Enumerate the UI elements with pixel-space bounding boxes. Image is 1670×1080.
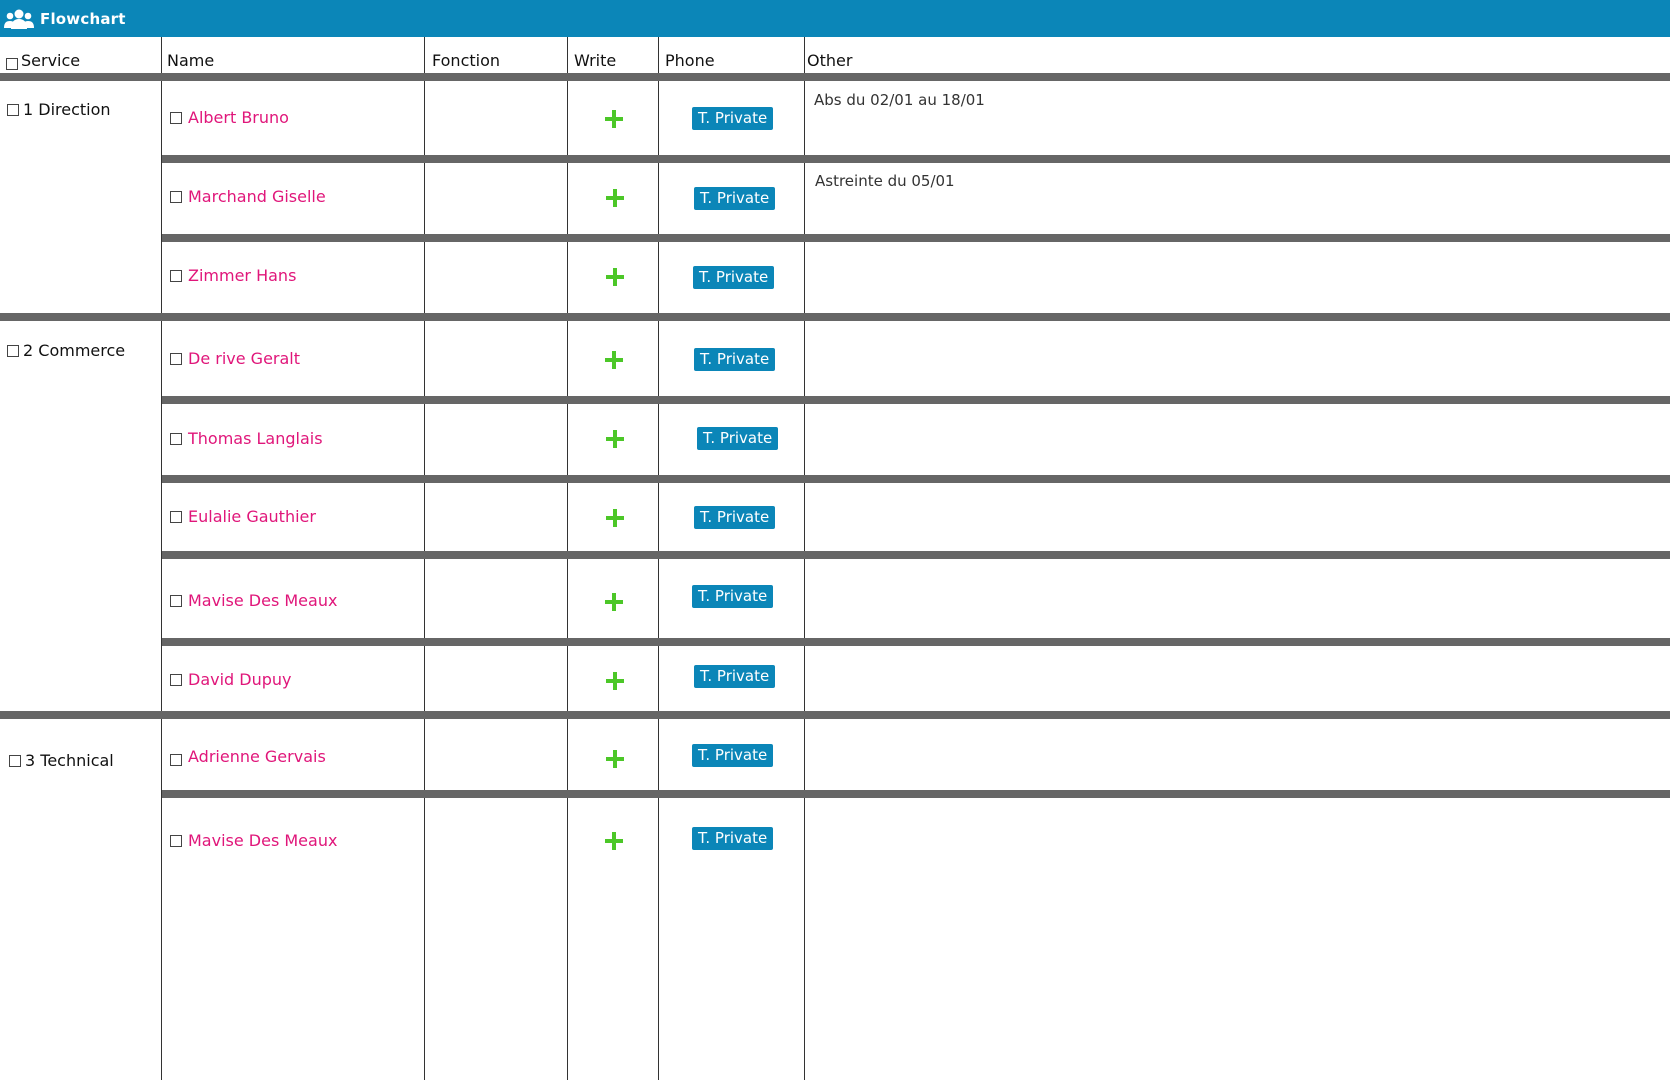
write-plus-icon[interactable]	[605, 832, 623, 850]
name-cell[interactable]: Thomas Langlais	[170, 429, 323, 448]
service-group-3[interactable]: 3 Technical	[9, 751, 114, 770]
phone-private-badge[interactable]: T. Private	[694, 187, 776, 210]
header-separator	[0, 73, 1670, 81]
row-checkbox[interactable]	[170, 352, 182, 365]
row-checkbox[interactable]	[170, 111, 182, 124]
write-plus-icon[interactable]	[605, 593, 623, 611]
column-header-fonction-label: Fonction	[432, 51, 501, 70]
column-header-phone[interactable]: Phone	[665, 37, 715, 73]
phone-private-badge[interactable]: T. Private	[692, 827, 774, 850]
name-cell[interactable]: Eulalie Gauthier	[170, 507, 316, 526]
service-select-all-checkbox[interactable]	[6, 58, 18, 70]
row-separator	[162, 790, 1670, 798]
row-checkbox[interactable]	[170, 510, 182, 523]
person-name[interactable]: Mavise Des Meaux	[188, 591, 337, 610]
column-header-phone-label: Phone	[665, 51, 715, 70]
row-checkbox[interactable]	[170, 269, 182, 282]
column-header-name[interactable]: Name	[167, 37, 214, 73]
row-separator	[162, 475, 1670, 483]
other-note: Abs du 02/01 au 18/01	[814, 91, 985, 109]
write-plus-icon[interactable]	[606, 268, 624, 286]
column-header-service[interactable]: Service	[6, 37, 80, 73]
row-separator	[162, 234, 1670, 242]
person-name[interactable]: Mavise Des Meaux	[188, 831, 337, 850]
write-plus-icon[interactable]	[606, 509, 624, 527]
row-checkbox[interactable]	[170, 190, 182, 203]
row-checkbox[interactable]	[170, 594, 182, 607]
person-name[interactable]: Marchand Giselle	[188, 187, 326, 206]
phone-private-badge[interactable]: T. Private	[694, 665, 776, 688]
name-cell[interactable]: Mavise Des Meaux	[170, 831, 337, 850]
phone-private-badge[interactable]: T. Private	[693, 266, 775, 289]
phone-private-badge[interactable]: T. Private	[692, 585, 774, 608]
person-name[interactable]: Adrienne Gervais	[188, 747, 326, 766]
phone-private-badge[interactable]: T. Private	[694, 506, 776, 529]
group-separator	[0, 711, 1670, 719]
column-header-service-label: Service	[21, 51, 81, 70]
write-plus-icon[interactable]	[606, 672, 624, 690]
write-plus-icon[interactable]	[606, 430, 624, 448]
title-bar: Flowchart	[0, 0, 1670, 37]
phone-private-badge[interactable]: T. Private	[697, 427, 779, 450]
service-checkbox[interactable]	[7, 344, 19, 357]
phone-private-badge[interactable]: T. Private	[694, 348, 776, 371]
row-separator	[162, 638, 1670, 646]
users-icon	[4, 9, 34, 29]
write-plus-icon[interactable]	[606, 750, 624, 768]
row-separator	[162, 155, 1670, 163]
person-name[interactable]: De rive Geralt	[188, 349, 300, 368]
row-checkbox[interactable]	[170, 432, 182, 445]
column-header-write[interactable]: Write	[574, 37, 616, 73]
service-label: 2 Commerce	[23, 341, 126, 360]
service-checkbox[interactable]	[7, 103, 19, 116]
row-separator	[162, 551, 1670, 559]
person-name[interactable]: Albert Bruno	[188, 108, 289, 127]
person-name[interactable]: Eulalie Gauthier	[188, 507, 316, 526]
flowchart-window: Flowchart Service Name Fonction Write Ph…	[0, 0, 1670, 1080]
row-checkbox[interactable]	[170, 673, 182, 686]
name-cell[interactable]: Zimmer Hans	[170, 266, 296, 285]
group-separator	[0, 313, 1670, 321]
table-header: Service Name Fonction Write Phone Other	[0, 37, 1670, 73]
row-checkbox[interactable]	[170, 754, 182, 766]
column-header-other[interactable]: Other	[807, 37, 852, 73]
person-name[interactable]: Zimmer Hans	[188, 266, 296, 285]
service-group-2[interactable]: 2 Commerce	[7, 341, 125, 360]
name-cell[interactable]: David Dupuy	[170, 670, 292, 689]
phone-private-badge[interactable]: T. Private	[692, 107, 774, 130]
row-separator	[162, 396, 1670, 404]
service-label: 1 Direction	[23, 100, 111, 119]
column-header-name-label: Name	[167, 51, 215, 70]
column-header-fonction[interactable]: Fonction	[432, 37, 500, 73]
name-cell[interactable]: Adrienne Gervais	[170, 746, 326, 766]
service-checkbox[interactable]	[9, 754, 21, 767]
name-cell[interactable]: Albert Bruno	[170, 108, 289, 127]
phone-private-badge[interactable]: T. Private	[692, 744, 774, 767]
write-plus-icon[interactable]	[606, 189, 624, 207]
app-title: Flowchart	[40, 9, 126, 28]
name-cell[interactable]: Marchand Giselle	[170, 187, 326, 206]
write-plus-icon[interactable]	[605, 351, 623, 369]
service-label: 3 Technical	[25, 751, 114, 770]
column-header-other-label: Other	[807, 51, 853, 70]
column-header-write-label: Write	[574, 51, 617, 70]
other-note: Astreinte du 05/01	[815, 172, 955, 190]
service-group-1[interactable]: 1 Direction	[7, 100, 111, 119]
name-cell[interactable]: De rive Geralt	[170, 349, 300, 368]
person-name[interactable]: Thomas Langlais	[188, 429, 323, 448]
row-checkbox[interactable]	[170, 834, 182, 847]
person-name[interactable]: David Dupuy	[188, 670, 292, 689]
name-cell[interactable]: Mavise Des Meaux	[170, 591, 337, 610]
write-plus-icon[interactable]	[605, 110, 623, 128]
